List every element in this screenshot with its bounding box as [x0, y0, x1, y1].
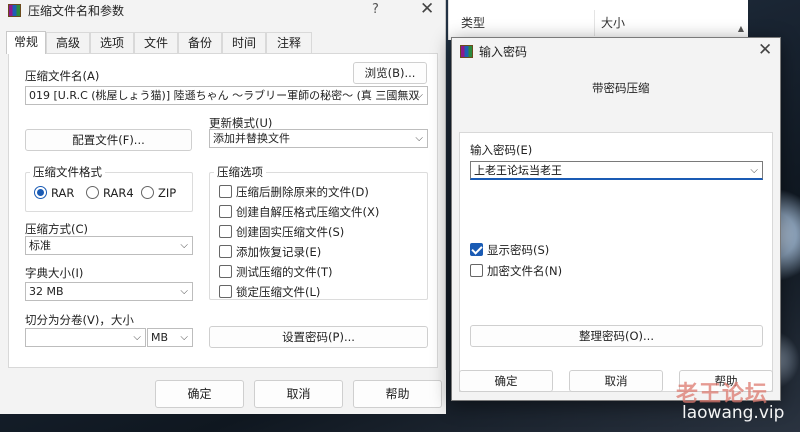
- delete-after-label: 压缩后删除原来的文件(D): [236, 185, 369, 199]
- help-question-button[interactable]: ?: [372, 2, 379, 17]
- general-tab-pane: 压缩文件名(A) 浏览(B)... 019 [U.R.C (桃屋しょう猫)] 陸…: [8, 53, 438, 368]
- organize-passwords-button[interactable]: 整理密码(O)...: [470, 325, 763, 347]
- set-password-button[interactable]: 设置密码(P)...: [209, 326, 428, 348]
- delete-after-checkbox[interactable]: [219, 185, 232, 198]
- recovery-record-label: 添加恢复记录(E): [236, 245, 322, 259]
- tab-advanced[interactable]: 高级: [46, 32, 90, 53]
- solid-checkbox[interactable]: [219, 225, 232, 238]
- archive-name-combobox[interactable]: 019 [U.R.C (桃屋しょう猫)] 陸遜ちゃん ～ラブリー軍師の秘密～ (…: [25, 86, 428, 105]
- archiving-options-group: 压缩选项 压缩后删除原来的文件(D) 创建自解压格式压缩文件(X) 创建固实压缩…: [209, 164, 428, 300]
- update-mode-select[interactable]: 添加并替换文件 ⌵: [209, 129, 428, 148]
- format-group: 压缩文件格式 RAR RAR4 ZIP: [25, 164, 193, 212]
- format-group-title: 压缩文件格式: [30, 164, 105, 180]
- column-separator: [594, 10, 595, 36]
- chevron-down-icon[interactable]: ⌵: [750, 162, 758, 179]
- options-group-title: 压缩选项: [214, 164, 266, 180]
- close-icon[interactable]: ✕: [758, 40, 772, 60]
- tab-time[interactable]: 时间: [222, 32, 266, 53]
- archive-name-label: 压缩文件名(A): [25, 69, 100, 83]
- format-zip-label: ZIP: [158, 186, 177, 200]
- ok-button[interactable]: 确定: [155, 380, 244, 408]
- close-icon[interactable]: ✕: [420, 0, 434, 19]
- lock-archive-label: 锁定压缩文件(L): [236, 285, 321, 299]
- method-label: 压缩方式(C): [25, 222, 89, 236]
- winrar-app-icon: [8, 4, 21, 17]
- tab-comment[interactable]: 注释: [266, 32, 312, 53]
- dialog-footer: 确定 取消 帮助: [0, 370, 446, 414]
- sfx-label: 创建自解压格式压缩文件(X): [236, 205, 380, 219]
- watermark-url: laowang.vip: [682, 403, 785, 423]
- dictionary-value: 32 MB: [29, 285, 64, 298]
- password-dialog-titlebar: 输入密码 ✕: [452, 38, 780, 65]
- password-dialog-title: 输入密码: [479, 45, 528, 59]
- archive-parameters-dialog: 压缩文件名和参数 ? ✕ 常规 高级 选项 文件 备份 时间 注释 压缩文件名(…: [0, 0, 446, 414]
- test-files-label: 测试压缩的文件(T): [236, 265, 333, 279]
- tab-files[interactable]: 文件: [134, 32, 178, 53]
- dialog-title: 压缩文件名和参数: [28, 4, 125, 18]
- chevron-down-icon[interactable]: ⌵: [180, 283, 188, 300]
- format-rar4-label: RAR4: [103, 186, 134, 200]
- sfx-checkbox[interactable]: [219, 205, 232, 218]
- enter-password-dialog: 输入密码 ✕ 带密码压缩 输入密码(E) 上老王论坛当老王 ⌵ 显示密码(S) …: [451, 37, 781, 401]
- password-input[interactable]: 上老王论坛当老王 ⌵: [470, 161, 763, 180]
- split-unit-value: MB: [151, 331, 169, 344]
- cancel-button[interactable]: 取消: [254, 380, 343, 408]
- password-dialog-subtitle: 带密码压缩: [592, 81, 650, 95]
- file-list-header: 类型 大小 ▲: [448, 0, 748, 40]
- format-rar-radio[interactable]: [34, 186, 47, 199]
- encrypt-filenames-checkbox[interactable]: [470, 264, 483, 277]
- browse-button[interactable]: 浏览(B)...: [353, 62, 427, 84]
- chevron-down-icon[interactable]: ⌵: [180, 237, 188, 254]
- split-size-combobox[interactable]: ⌵: [25, 328, 146, 347]
- tab-backup[interactable]: 备份: [178, 32, 222, 53]
- encrypt-filenames-label: 加密文件名(N): [487, 264, 563, 278]
- password-cancel-button[interactable]: 取消: [569, 370, 663, 392]
- format-zip-radio[interactable]: [141, 186, 154, 199]
- password-ok-button[interactable]: 确定: [459, 370, 553, 392]
- method-select[interactable]: 标准 ⌵: [25, 236, 193, 255]
- profiles-button[interactable]: 配置文件(F)...: [25, 129, 192, 151]
- help-button[interactable]: 帮助: [353, 380, 442, 408]
- archive-name-value: 019 [U.R.C (桃屋しょう猫)] 陸遜ちゃん ～ラブリー軍師の秘密～ (…: [29, 89, 420, 102]
- column-header-size[interactable]: 大小: [601, 12, 625, 34]
- password-value: 上老王论坛当老王: [474, 164, 562, 177]
- chevron-down-icon[interactable]: ⌵: [180, 329, 188, 346]
- dialog-titlebar: 压缩文件名和参数 ? ✕: [0, 0, 445, 30]
- split-volumes-label: 切分为分卷(V)，大小: [25, 313, 134, 327]
- tab-options[interactable]: 选项: [90, 32, 134, 53]
- dictionary-select[interactable]: 32 MB ⌵: [25, 282, 193, 301]
- chevron-down-icon[interactable]: ⌵: [415, 130, 423, 147]
- password-pane: 输入密码(E) 上老王论坛当老王 ⌵ 显示密码(S) 加密文件名(N) 整理密码…: [459, 132, 773, 392]
- format-rar-label: RAR: [51, 186, 75, 200]
- scroll-up-arrow-icon[interactable]: ▲: [738, 24, 744, 33]
- split-unit-select[interactable]: MB ⌵: [147, 328, 193, 347]
- tab-general[interactable]: 常规: [6, 31, 46, 54]
- update-mode-value: 添加并替换文件: [213, 132, 290, 145]
- show-password-checkbox[interactable]: [470, 243, 483, 256]
- show-password-label: 显示密码(S): [487, 243, 550, 257]
- chevron-down-icon[interactable]: ⌵: [133, 329, 141, 346]
- password-label: 输入密码(E): [470, 143, 533, 157]
- column-header-type[interactable]: 类型: [461, 12, 485, 34]
- solid-label: 创建固实压缩文件(S): [236, 225, 345, 239]
- test-files-checkbox[interactable]: [219, 265, 232, 278]
- format-rar4-radio[interactable]: [86, 186, 99, 199]
- chevron-down-icon[interactable]: ⌵: [415, 87, 423, 104]
- method-value: 标准: [29, 239, 51, 252]
- recovery-record-checkbox[interactable]: [219, 245, 232, 258]
- dictionary-label: 字典大小(I): [25, 266, 84, 280]
- lock-archive-checkbox[interactable]: [219, 285, 232, 298]
- winrar-app-icon: [460, 45, 473, 58]
